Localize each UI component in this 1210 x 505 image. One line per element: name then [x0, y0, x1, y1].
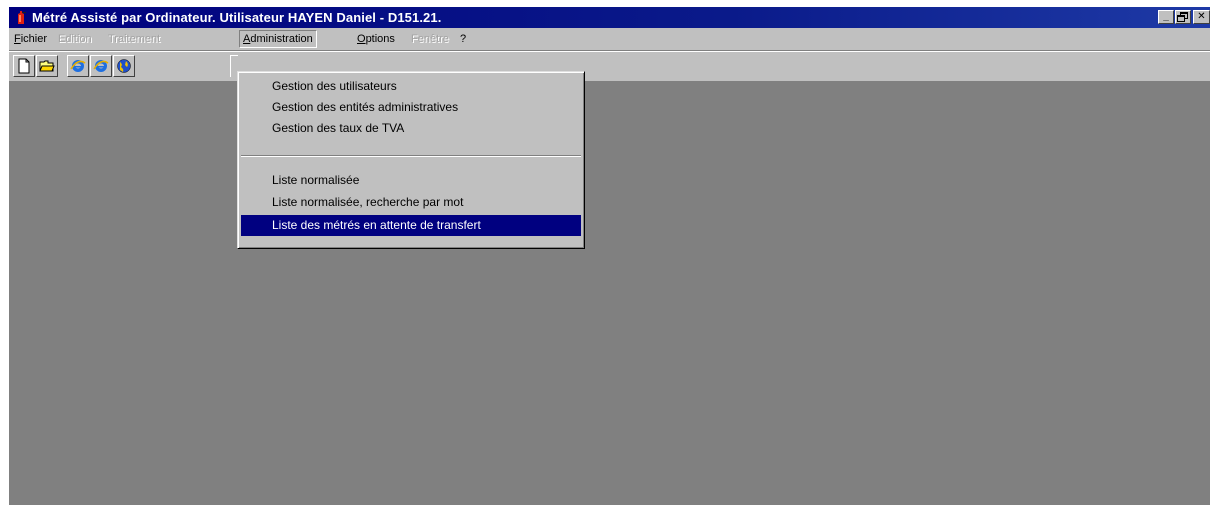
- title-bar[interactable]: Métré Assisté par Ordinateur. Utilisateu…: [9, 7, 1210, 28]
- menu-edition[interactable]: Edition: [55, 31, 95, 47]
- menu-administration[interactable]: Administration: [239, 30, 317, 48]
- menu-help[interactable]: ?: [457, 31, 469, 47]
- new-document-icon: [18, 58, 30, 74]
- menu-separator: [241, 155, 581, 157]
- open-folder-button[interactable]: [36, 55, 58, 77]
- internet-explorer-icon: [70, 60, 86, 72]
- restore-icon: [1177, 12, 1188, 22]
- menu-traitement[interactable]: Traitement: [105, 31, 163, 47]
- close-button[interactable]: ✕: [1193, 10, 1210, 24]
- new-document-button[interactable]: [13, 55, 35, 77]
- internet-explorer-button-2[interactable]: [90, 55, 112, 77]
- menu-fichier-accel: F: [14, 33, 21, 45]
- menu-fichier[interactable]: Fichier: [11, 31, 50, 47]
- menu-item-gestion-tva[interactable]: Gestion des taux de TVA: [241, 118, 581, 139]
- menu-item-gestion-entites[interactable]: Gestion des entités administratives: [241, 97, 581, 118]
- toolbar: [9, 51, 1210, 82]
- menu-options-accel: O: [357, 33, 366, 45]
- globe-icon: [117, 59, 131, 73]
- fire-extinguisher-icon: [18, 11, 26, 24]
- application-window: Métré Assisté par Ordinateur. Utilisateu…: [9, 7, 1210, 505]
- menu-item-liste-normalisee[interactable]: Liste normalisée: [241, 170, 581, 191]
- menu-item-gestion-utilisateurs[interactable]: Gestion des utilisateurs: [241, 76, 581, 97]
- menu-fenetre[interactable]: Fenêtre: [408, 31, 452, 47]
- globe-button[interactable]: [113, 55, 135, 77]
- menu-item-liste-recherche-mot[interactable]: Liste normalisée, recherche par mot: [241, 192, 581, 213]
- menu-administration-label: dministration: [250, 33, 313, 45]
- menu-fichier-label: ichier: [20, 33, 48, 45]
- window-title: Métré Assisté par Ordinateur. Utilisateu…: [32, 10, 442, 25]
- menu-options-label: ptions: [365, 33, 395, 45]
- minimize-button[interactable]: _: [1158, 10, 1174, 24]
- menu-bar: Fichier Edition Traitement Administratio…: [9, 28, 1210, 51]
- internet-explorer-button[interactable]: [67, 55, 89, 77]
- mdi-workspace[interactable]: [9, 82, 1210, 505]
- menu-item-liste-metres-transfert[interactable]: Liste des métrés en attente de transfert: [241, 215, 581, 236]
- administration-menu: Gestion des utilisateurs Gestion des ent…: [237, 71, 585, 249]
- menu-options[interactable]: Options: [354, 31, 398, 47]
- internet-explorer-icon: [93, 60, 109, 72]
- open-folder-icon: [39, 60, 55, 72]
- restore-button[interactable]: [1175, 10, 1191, 24]
